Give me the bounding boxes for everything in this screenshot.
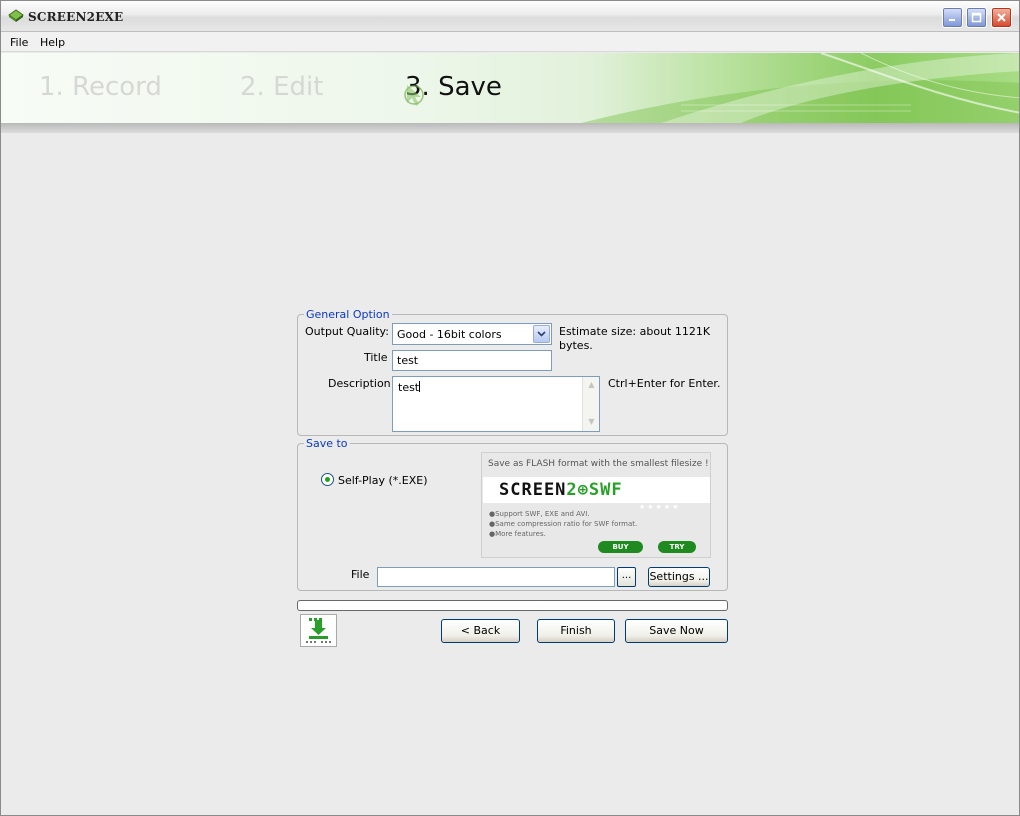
general-option-legend: General Option [306, 308, 390, 321]
close-button[interactable] [991, 7, 1012, 28]
ad-try-button[interactable]: TRY [658, 541, 696, 553]
banner-swoosh-graphic [581, 53, 1019, 123]
ad-rating-stars: ★★★★★ [639, 503, 681, 511]
ad-headline: Save as FLASH format with the smallest f… [488, 459, 709, 469]
ad-logo-bar: SCREEN2⊕SWF [483, 477, 710, 503]
save-progress-bar [297, 600, 728, 611]
text-caret [419, 381, 421, 392]
description-value: test [398, 381, 420, 394]
back-button[interactable]: < Back [441, 619, 520, 643]
output-quality-label: Output Quality: [305, 325, 389, 338]
banner-divider [1, 123, 1019, 133]
minimize-icon [949, 19, 955, 21]
ad-feature-item: ●More features. [489, 530, 546, 538]
ad-buy-button[interactable]: BUY [598, 541, 643, 553]
screen2swf-logo: SCREEN2⊕SWF [499, 480, 623, 500]
step-banner: 1. Record 2. Edit 3. Save [1, 53, 1019, 123]
save-now-button[interactable]: Save Now [625, 619, 728, 643]
description-textarea[interactable]: test ▲ ▼ [392, 376, 600, 432]
maximize-button[interactable] [966, 7, 987, 28]
ad-feature-list: ●Support SWF, EXE and AVI. ●Same compres… [489, 509, 637, 539]
self-play-label[interactable]: Self-Play (*.EXE) [338, 474, 428, 487]
step-pointer-icon [404, 85, 424, 106]
self-play-radio[interactable] [321, 473, 334, 486]
output-quality-value: Good - 16bit colors [397, 328, 502, 341]
file-label: File [351, 568, 370, 581]
save-to-legend: Save to [306, 437, 348, 450]
download-logo[interactable] [300, 614, 337, 647]
file-path-input[interactable] [377, 567, 615, 587]
estimate-size-unit: bytes. [559, 339, 593, 352]
scroll-up-icon[interactable]: ▲ [586, 380, 597, 391]
title-input[interactable] [392, 350, 552, 371]
screen2swf-ad-panel[interactable]: Save as FLASH format with the smallest f… [481, 452, 711, 558]
window-title: SCREEN2EXE [28, 10, 124, 24]
ad-feature-item: ●Same compression ratio for SWF format. [489, 520, 638, 528]
chevron-down-icon[interactable] [533, 325, 550, 343]
browse-button[interactable]: ... [617, 567, 636, 587]
title-label: Title [364, 351, 388, 364]
description-scrollbar[interactable]: ▲ ▼ [582, 377, 599, 431]
estimate-size-text: Estimate size: about 1121K [559, 325, 711, 338]
scroll-down-icon[interactable]: ▼ [586, 417, 597, 428]
minimize-button[interactable] [942, 7, 963, 28]
finish-button[interactable]: Finish [537, 619, 615, 643]
maximize-icon [971, 12, 982, 23]
menu-file[interactable]: File [10, 36, 28, 49]
app-icon [8, 9, 24, 22]
description-label: Description [328, 377, 391, 390]
step-edit: 2. Edit [240, 72, 324, 102]
description-hint: Ctrl+Enter for Enter. [608, 377, 721, 390]
title-bar[interactable]: SCREEN2EXE [1, 1, 1019, 32]
menu-bar: File Help [1, 32, 1019, 52]
download-icon [306, 618, 331, 644]
close-icon [997, 13, 1006, 22]
app-window: SCREEN2EXE File Help 1. Record 2. Edit 3… [0, 0, 1020, 816]
ad-feature-item: ●Support SWF, EXE and AVI. [489, 510, 590, 518]
output-quality-select[interactable]: Good - 16bit colors [392, 323, 552, 345]
settings-button[interactable]: Settings ... [648, 567, 710, 587]
step-record: 1. Record [39, 72, 162, 102]
menu-help[interactable]: Help [40, 36, 65, 49]
